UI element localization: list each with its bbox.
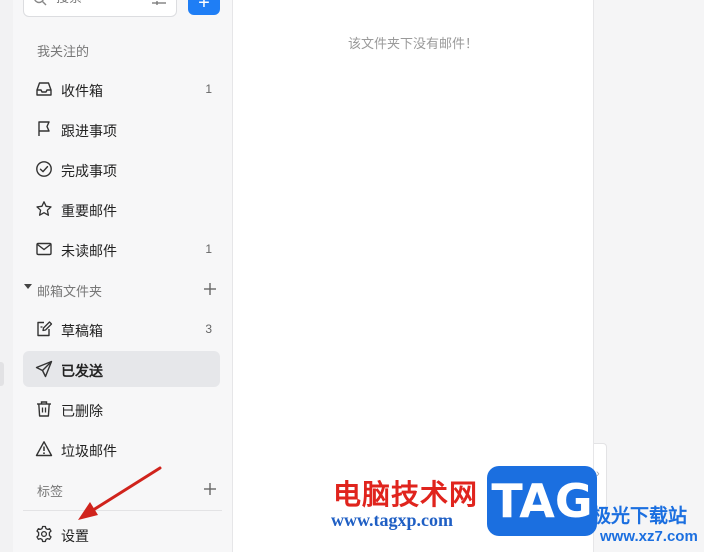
sidebar-item-unread[interactable]: 未读邮件 1: [23, 231, 220, 267]
star-icon: [36, 201, 52, 216]
search-box[interactable]: [23, 0, 177, 17]
sidebar-item-label: 完成事项: [61, 163, 117, 179]
search-icon: [34, 0, 47, 6]
unread-count: 1: [205, 82, 212, 96]
sidebar-item-label: 跟进事项: [61, 123, 117, 139]
sidebar-item-done[interactable]: 完成事项: [23, 151, 220, 187]
envelope-icon: [36, 242, 52, 256]
draft-icon: [37, 321, 53, 337]
watermark-title: 电脑技术网: [333, 478, 479, 511]
collapse-caret-icon[interactable]: [24, 284, 32, 289]
draft-count: 3: [205, 322, 212, 336]
inbox-icon: [36, 82, 52, 96]
section-folders-label: 邮箱文件夹: [37, 284, 103, 299]
unread-count: 1: [205, 242, 212, 256]
filter-icon[interactable]: [152, 0, 166, 5]
sidebar-item-label: 草稿箱: [61, 323, 103, 339]
search-input[interactable]: [54, 0, 148, 6]
watermark-url: www.tagxp.com: [331, 510, 453, 530]
gear-icon: [36, 525, 52, 543]
add-folder-icon[interactable]: [203, 282, 217, 296]
sidebar-item-sent[interactable]: 已发送: [23, 351, 220, 387]
sidebar-item-label: 收件箱: [61, 83, 103, 99]
sidebar-item-follow-up[interactable]: 跟进事项: [23, 111, 220, 147]
sidebar-item-label: 已删除: [61, 403, 103, 419]
empty-state-message: 该文件夹下没有邮件！: [347, 36, 478, 51]
sidebar-item-important[interactable]: 重要邮件: [23, 191, 220, 227]
section-following-label: 我关注的: [37, 44, 90, 59]
compose-button[interactable]: +: [188, 0, 220, 15]
reading-pane: ›: [594, 0, 704, 552]
send-icon: [35, 360, 53, 378]
sidebar-item-inbox[interactable]: 收件箱 1: [23, 71, 220, 107]
sidebar-item-label: 垃圾邮件: [61, 443, 117, 459]
watermark-logo: TAG: [487, 466, 597, 536]
annotation-arrow: [78, 466, 162, 520]
check-circle-icon: [36, 161, 52, 177]
watermark-domain: www.xz7.com: [600, 528, 698, 545]
sidebar-item-label: 未读邮件: [61, 243, 117, 259]
trash-icon: [37, 401, 51, 417]
watermark-site: 极光下载站: [592, 505, 688, 527]
edge-handle[interactable]: [0, 362, 4, 386]
warning-icon: [35, 441, 53, 457]
sidebar-item-drafts[interactable]: 草稿箱 3: [23, 311, 220, 347]
add-tag-icon[interactable]: [203, 482, 217, 496]
sidebar-item-label: 重要邮件: [61, 203, 117, 219]
sidebar-item-label: 已发送: [61, 363, 103, 379]
flag-icon: [38, 121, 50, 136]
left-edge-strip: [0, 0, 13, 552]
sidebar-item-deleted[interactable]: 已删除: [23, 391, 220, 427]
